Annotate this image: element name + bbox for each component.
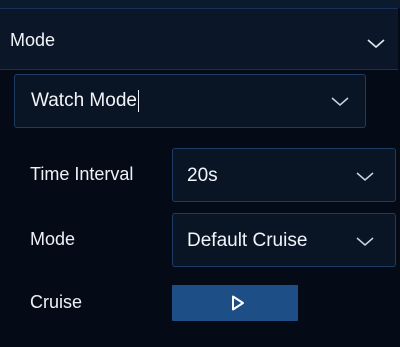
mode-value: Default Cruise: [187, 230, 308, 251]
mode-section-header[interactable]: Mode: [0, 8, 398, 70]
chevron-down-icon[interactable]: [331, 97, 349, 107]
mode-select[interactable]: Default Cruise: [172, 213, 396, 267]
play-icon: [231, 295, 245, 311]
text-cursor: [137, 90, 139, 112]
cruise-label: Cruise: [30, 292, 83, 312]
chevron-down-icon[interactable]: [367, 39, 385, 49]
chevron-down-icon[interactable]: [356, 172, 374, 182]
mode-type-select[interactable]: Watch Mode: [14, 74, 366, 128]
mode-label: Mode: [30, 229, 76, 249]
time-interval-select[interactable]: 20s: [172, 148, 396, 202]
mode-settings-panel: Mode Watch Mode Time Interval 20s Mode D…: [0, 0, 400, 347]
cruise-play-button[interactable]: [172, 285, 298, 321]
time-interval-value: 20s: [187, 165, 218, 186]
time-interval-label: Time Interval: [30, 164, 134, 184]
section-title: Mode: [10, 30, 56, 50]
top-strip: [0, 0, 400, 8]
chevron-down-icon[interactable]: [356, 237, 374, 247]
mode-type-value: Watch Mode: [31, 90, 139, 112]
